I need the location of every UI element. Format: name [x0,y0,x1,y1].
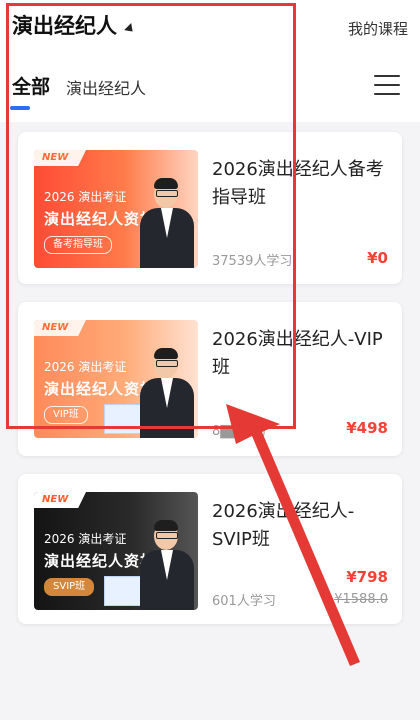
active-tab-indicator [10,106,30,110]
course-card[interactable]: NEW 2026 演出考证 演出经纪人资格 VIP班 2026演出经纪人-VIP… [18,302,402,456]
tab-performance-broker[interactable]: 演出经纪人 [66,75,146,99]
course-thumbnail: NEW 2026 演出考证 演出经纪人资格 SVIP班 [34,492,198,610]
course-price: ¥498 [346,419,388,437]
course-price: ¥0 [367,249,388,267]
thumbnail-pill: SVIP班 [44,578,95,596]
learner-count: 8▇▇学习 [212,424,267,439]
course-card[interactable]: NEW 2026 演出考证 演出经纪人资格 SVIP班 2026演出经纪人-SV… [18,474,402,624]
course-card[interactable]: NEW 2026 演出考证 演出经纪人资格 备考指导班 2026演出经纪人备考指… [18,132,402,284]
new-badge: NEW [34,492,86,508]
original-price: ¥1588.0 [334,592,388,607]
tab-bar: 全部 演出经纪人 [12,72,162,99]
course-title: 2026演出经纪人-SVIP班 [212,501,355,550]
tab-all[interactable]: 全部 [12,72,50,99]
thumbnail-subtitle: 2026 演出考证 [44,360,127,374]
learner-count: 37539人学习 [212,254,293,269]
course-thumbnail: NEW 2026 演出考证 演出经纪人资格 VIP班 [34,320,198,438]
page-title: 演出经纪人 [12,14,117,38]
app-header: 演出经纪人 我的课程 全部 演出经纪人 [0,0,420,122]
thumbnail-pill: VIP班 [44,406,88,424]
title-selector[interactable]: 演出经纪人 [12,10,137,40]
thumbnail-pill: 备考指导班 [44,236,112,254]
course-title: 2026演出经纪人备考指导班 [212,159,384,208]
course-price: ¥798 [346,568,388,586]
thumbnail-subtitle: 2026 演出考证 [44,532,127,546]
my-courses-link[interactable]: 我的课程 [348,18,408,39]
caret-down-icon [124,22,137,35]
instructor-photo [140,348,194,438]
hamburger-menu-icon[interactable] [374,75,400,95]
instructor-photo [140,520,194,610]
new-badge: NEW [34,320,86,336]
thumbnail-subtitle: 2026 演出考证 [44,190,127,204]
course-thumbnail: NEW 2026 演出考证 演出经纪人资格 备考指导班 [34,150,198,268]
new-badge: NEW [34,150,86,166]
course-title: 2026演出经纪人-VIP班 [212,329,383,378]
instructor-photo [140,178,194,268]
learner-count: 601人学习 [212,594,276,609]
